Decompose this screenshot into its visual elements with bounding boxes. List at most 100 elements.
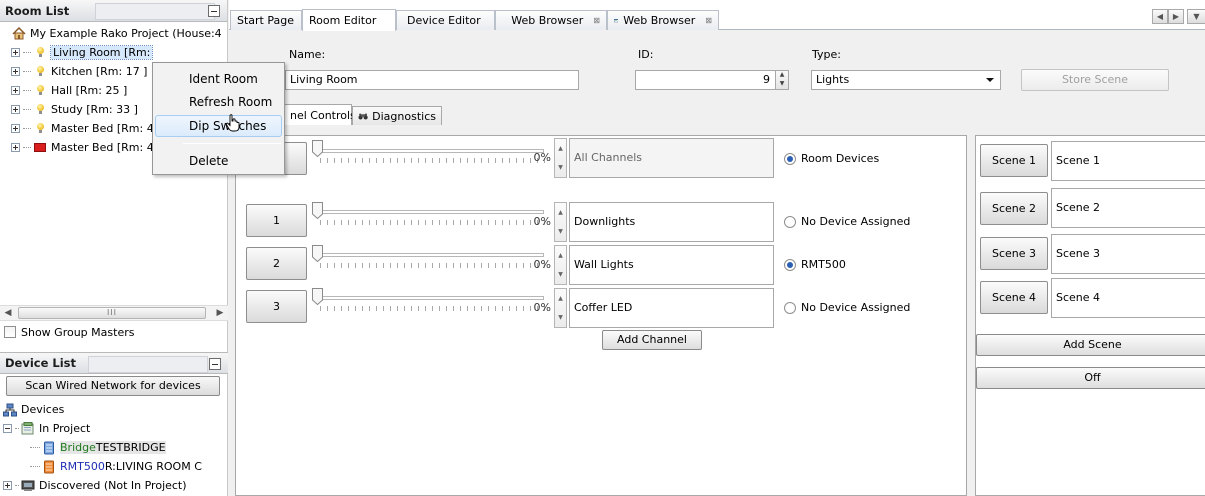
device-bridge[interactable]: Bridge TESTBRIDGE <box>30 438 166 457</box>
tab-diagnostics[interactable]: Diagnostics <box>352 106 442 125</box>
device-rmt500[interactable]: RMT500 R:LIVING ROOM C <box>30 457 202 476</box>
add-scene-button[interactable]: Add Scene <box>976 334 1205 356</box>
room-list-hscrollbar[interactable]: ◀ III ▶ <box>0 305 228 321</box>
tab-web-browser-2[interactable]: Web Browser ⊠ <box>607 10 719 30</box>
tab-device-editor[interactable]: Device Editor <box>396 10 495 30</box>
tab-channel-controls[interactable]: nel Controls <box>284 104 356 125</box>
menu-item-refresh-room[interactable]: Refresh Room <box>155 91 282 113</box>
master-spinner[interactable]: ▲ ▼ <box>554 138 567 178</box>
scene-name-input[interactable]: Scene 2 <box>1051 188 1205 228</box>
spin-up-icon[interactable]: ▲ <box>776 71 788 79</box>
channel-slider-thumb[interactable] <box>312 288 323 305</box>
spin-up-icon[interactable]: ▲ <box>555 246 566 265</box>
menu-item-delete[interactable]: Delete <box>155 150 282 172</box>
menu-item-ident-room[interactable]: Ident Room <box>155 68 282 90</box>
master-radio[interactable]: Room Devices <box>784 152 879 165</box>
scroll-left-icon[interactable]: ◀ <box>0 306 16 320</box>
channel-device-radio[interactable]: No Device Assigned <box>784 301 910 314</box>
expand-icon[interactable] <box>11 143 20 152</box>
store-scene-button[interactable]: Store Scene <box>1021 69 1169 91</box>
channel-name-input[interactable]: Coffer LED <box>569 288 774 328</box>
off-button[interactable]: Off <box>976 367 1205 389</box>
room-node-master-bed-2[interactable]: Master Bed [Rm: 4 <box>11 138 154 157</box>
scene-name-input[interactable]: Scene 4 <box>1051 278 1205 318</box>
show-group-masters[interactable]: Show Group Masters <box>4 324 134 340</box>
expand-icon[interactable] <box>11 86 20 95</box>
channel-name-input[interactable]: Downlights <box>569 202 774 242</box>
channel-3-button[interactable]: 3 <box>246 290 307 323</box>
collapse-icon[interactable] <box>3 424 12 433</box>
room-node-master-bed[interactable]: Master Bed [Rm: 4 <box>11 119 154 138</box>
channel-name-input[interactable]: Wall Lights <box>569 245 774 285</box>
spin-down-icon[interactable]: ▼ <box>555 265 566 284</box>
expand-icon[interactable] <box>11 48 20 57</box>
tab-list-icon[interactable]: ▼ <box>1187 9 1205 24</box>
scene-4-button[interactable]: Scene 4 <box>980 281 1048 314</box>
radio-indicator[interactable] <box>784 301 796 314</box>
scene-name-input[interactable]: Scene 3 <box>1051 234 1205 274</box>
devices-root[interactable]: Devices <box>3 400 64 419</box>
in-project-node[interactable]: In Project <box>3 419 90 438</box>
channel-device-radio[interactable]: RMT500 <box>784 258 846 271</box>
radio-indicator[interactable] <box>784 258 796 271</box>
scene-3-button[interactable]: Scene 3 <box>980 237 1048 270</box>
channel-spinner[interactable]: ▲ ▼ <box>554 288 567 328</box>
room-list-minimize-icon[interactable] <box>208 5 220 17</box>
tab-close-icon[interactable]: ⊠ <box>705 16 712 25</box>
master-name[interactable]: All Channels <box>569 138 774 178</box>
scroll-thumb[interactable]: III <box>18 307 206 319</box>
show-group-masters-checkbox[interactable] <box>4 326 16 338</box>
tab-start-page[interactable]: Start Page ⊠ <box>230 10 311 30</box>
room-id-value: 9 <box>763 73 770 86</box>
spin-up-icon[interactable]: ▲ <box>555 289 566 308</box>
tab-web-browser-1[interactable]: Web Browser ⊠ <box>495 10 607 30</box>
project-node[interactable]: My Example Rako Project (House:4 <box>12 24 222 43</box>
room-id-input[interactable]: 9 ▲ ▼ <box>635 70 789 90</box>
scene-1-button[interactable]: Scene 1 <box>980 144 1048 177</box>
room-name-input[interactable]: Living Room <box>285 70 579 90</box>
add-channel-button[interactable]: Add Channel <box>602 330 702 350</box>
device-list-minimize-icon[interactable] <box>209 358 221 370</box>
radio-indicator[interactable] <box>784 215 796 228</box>
channel-spinner[interactable]: ▲ ▼ <box>554 245 567 285</box>
discovered-node[interactable]: Discovered (Not In Project) <box>3 476 187 495</box>
channel-spinner[interactable]: ▲ ▼ <box>554 202 567 242</box>
type-select[interactable]: Lights <box>811 70 1001 90</box>
master-slider-thumb[interactable] <box>312 140 323 157</box>
channel-1-button[interactable]: 1 <box>246 204 307 237</box>
scan-network-button[interactable]: Scan Wired Network for devices <box>6 376 220 396</box>
spin-down-icon[interactable]: ▼ <box>555 308 566 327</box>
expand-icon[interactable] <box>11 105 20 114</box>
room-node-hall[interactable]: Hall [Rm: 25 ] <box>11 81 127 100</box>
room-node-study[interactable]: Study [Rm: 33 ] <box>11 100 138 119</box>
room-node-living-room[interactable]: Living Room [Rm: <box>11 43 154 62</box>
splitter[interactable] <box>967 135 975 496</box>
tab-scroll-left-icon[interactable]: ◀ <box>1152 9 1168 24</box>
bulb-icon <box>33 103 47 117</box>
scroll-right-icon[interactable]: ▶ <box>212 306 228 320</box>
tab-close-icon[interactable]: ⊠ <box>593 16 600 25</box>
spin-down-icon[interactable]: ▼ <box>555 222 566 241</box>
spin-down-icon[interactable]: ▼ <box>776 79 788 88</box>
menu-item-dip-switches[interactable]: Dip Switches <box>155 115 282 137</box>
channel-slider-thumb[interactable] <box>312 245 323 262</box>
tab-room-editor[interactable]: Room Editor <box>302 9 396 31</box>
in-project-label: In Project <box>39 422 91 435</box>
channel-device-radio[interactable]: No Device Assigned <box>784 215 910 228</box>
expand-icon[interactable] <box>11 67 20 76</box>
subtab-label: Diagnostics <box>372 109 436 123</box>
room-node-kitchen[interactable]: Kitchen [Rm: 17 ] <box>11 62 147 81</box>
channel-2-button[interactable]: 2 <box>246 247 307 280</box>
tab-scroll-right-icon[interactable]: ▶ <box>1168 9 1184 24</box>
device-list-title: Device List <box>5 356 77 370</box>
expand-icon[interactable] <box>3 481 12 490</box>
channel-slider-thumb[interactable] <box>312 202 323 219</box>
scene-2-button[interactable]: Scene 2 <box>980 192 1048 225</box>
scene-name-input[interactable]: Scene 1 <box>1051 141 1205 181</box>
spin-down-icon[interactable]: ▼ <box>555 158 566 177</box>
id-spinner[interactable]: ▲ ▼ <box>775 71 788 89</box>
expand-icon[interactable] <box>11 124 20 133</box>
radio-indicator[interactable] <box>784 152 796 165</box>
spin-up-icon[interactable]: ▲ <box>555 203 566 222</box>
spin-up-icon[interactable]: ▲ <box>555 139 566 158</box>
